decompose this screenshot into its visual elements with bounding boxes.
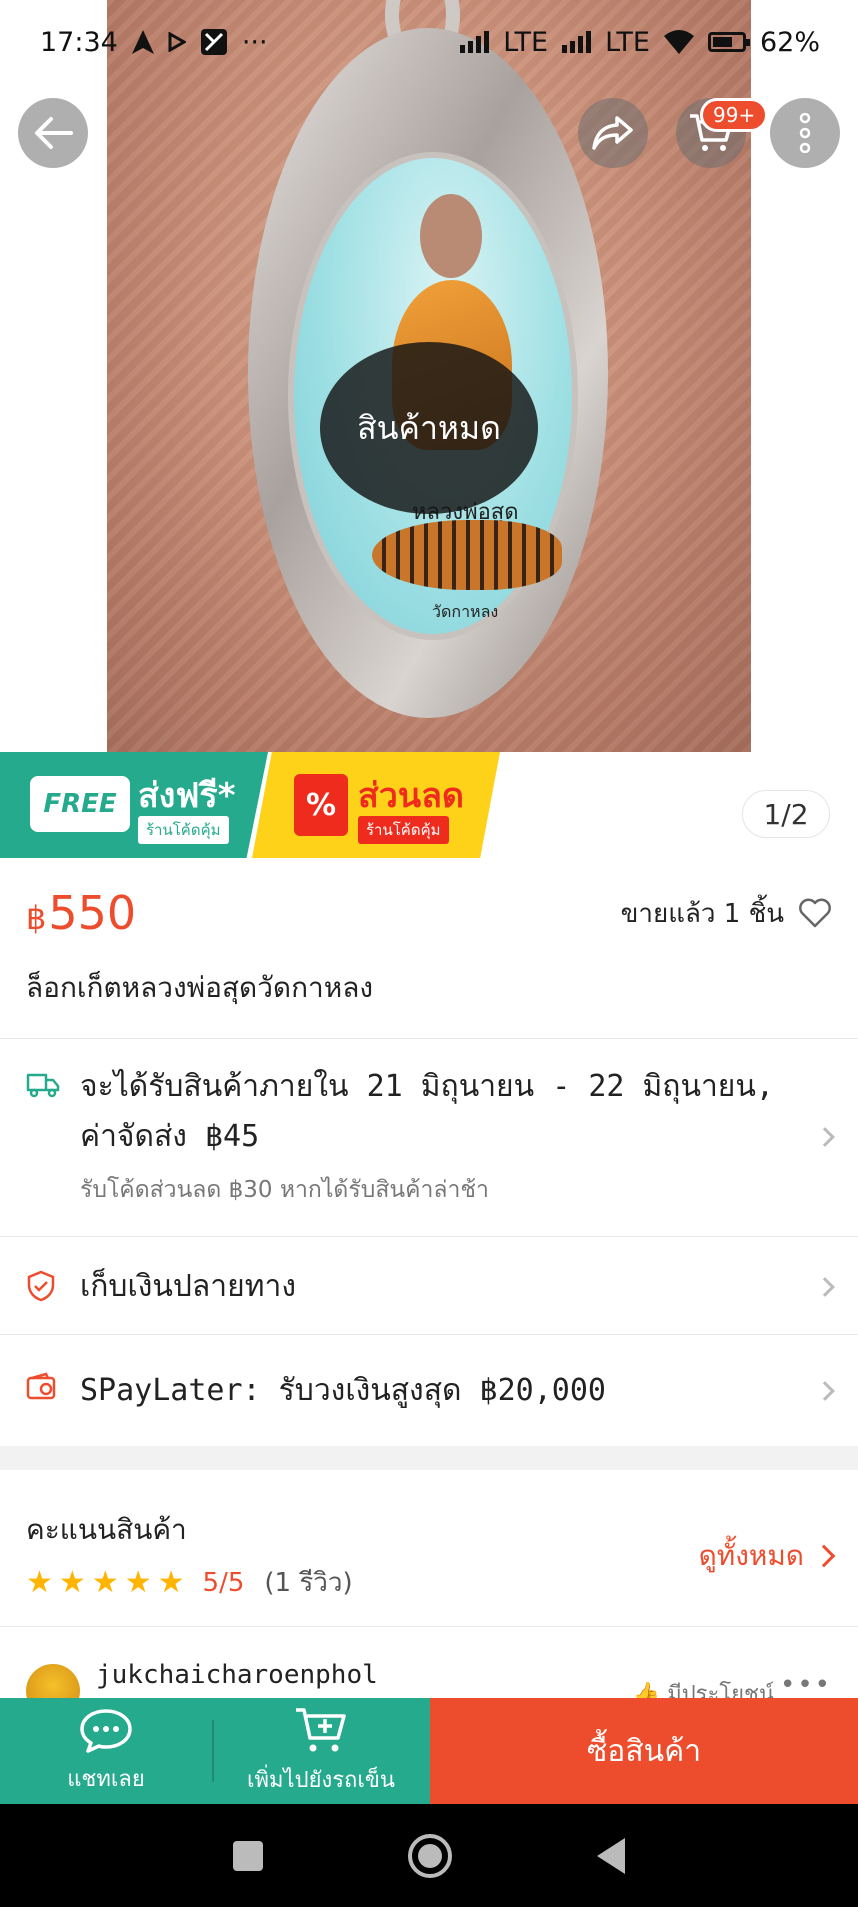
- discount-banner: % ส่วนลด ร้านโค้ดคุ้ม: [252, 752, 500, 858]
- bottom-action-bar: แชทเลย เพิ่มไปยังรถเข็น ซื้อสินค้า: [0, 1698, 858, 1804]
- rating-count: (1 รีวิว): [264, 1568, 353, 1598]
- clock: 17:34: [40, 26, 118, 58]
- heart-icon[interactable]: [798, 898, 832, 928]
- add-to-cart-icon: [296, 1707, 346, 1751]
- network-label-1: LTE: [503, 26, 549, 58]
- battery-icon: [707, 32, 750, 52]
- navigation-icon: [131, 30, 154, 54]
- promo-banner[interactable]: FREE ส่งฟรี* ร้านโค้ดคุ้ม % ส่วนลด ร้านโ…: [0, 752, 500, 858]
- shipping-guarantee: รับโค้ดส่วนลด ฿30 หากได้รับสินค้าล่าช้า: [80, 1177, 489, 1203]
- sold-out-label: สินค้าหมด: [357, 408, 501, 447]
- cod-row[interactable]: เก็บเงินปลายทาง: [26, 1262, 832, 1312]
- product-title: ล็อกเก็ตหลวงพ่อสุดวัดกาหลง: [26, 971, 374, 1004]
- pendant-inscription-temple: วัดกาหลง: [432, 602, 499, 621]
- review-item: jukchaicharoenphol 👍 มีประโยชน์ •••: [26, 1658, 832, 1698]
- discount-title: ส่วนลด: [358, 776, 465, 816]
- add-to-cart-button[interactable]: เพิ่มไปยังรถเข็น: [212, 1698, 430, 1804]
- wifi-icon: [663, 30, 694, 54]
- free-shipping-subtitle: ร้านโค้ดคุ้ม: [138, 816, 229, 844]
- system-navigation-bar: [0, 1804, 858, 1907]
- action-separator: [212, 1720, 214, 1782]
- wallet-clock-icon: [26, 1372, 56, 1400]
- buy-now-label: ซื้อสินค้า: [586, 1733, 702, 1769]
- kebab-menu-icon: [799, 113, 811, 153]
- cart-count-badge: 99+: [700, 98, 769, 132]
- home-icon[interactable]: [407, 1833, 452, 1878]
- star-icon: ★: [58, 1565, 86, 1600]
- free-truck-icon: FREE: [30, 776, 130, 832]
- tiger-figure: [372, 520, 562, 590]
- add-to-cart-label: เพิ่มไปยังรถเข็น: [247, 1767, 395, 1793]
- cod-label: เก็บเงินปลายทาง: [80, 1269, 296, 1304]
- sold-count: ขายแล้ว 1 ชิ้น: [620, 898, 784, 929]
- signal-icon: [460, 31, 490, 53]
- rating-score: 5/5: [202, 1567, 245, 1598]
- recent-apps-icon[interactable]: [232, 1840, 263, 1871]
- star-icon: ★: [124, 1565, 152, 1600]
- price-value: 550: [48, 886, 137, 940]
- sold-out-overlay: สินค้าหมด: [320, 342, 538, 514]
- play-icon: [168, 32, 186, 52]
- status-bar: 17:34 ··· LTE LTE 62%: [0, 0, 858, 84]
- chat-bubble-icon: [80, 1708, 132, 1753]
- discount-subtitle: ร้านโค้ดคุ้ม: [358, 816, 449, 844]
- helpful-button[interactable]: 👍 มีประโยชน์: [633, 1676, 774, 1698]
- price-row: ฿ 550 ขายแล้ว 1 ชิ้น: [26, 880, 832, 946]
- star-icon: ★: [157, 1565, 185, 1600]
- back-triangle-icon[interactable]: [597, 1837, 626, 1874]
- divider: [0, 1236, 858, 1237]
- app-notification-icon: [200, 29, 227, 55]
- chat-label: แชทเลย: [67, 1766, 145, 1792]
- spaylater-label: SPayLater: รับวงเงินสูงสุด ฿20,000: [80, 1373, 606, 1408]
- rating-stars: ★ ★ ★ ★ ★ 5/5 (1 รีวิว): [26, 1562, 353, 1603]
- image-page-indicator: 1/2: [742, 790, 830, 838]
- avatar: [26, 1664, 80, 1698]
- buy-now-button[interactable]: ซื้อสินค้า: [430, 1698, 858, 1804]
- discount-percent-icon: %: [294, 774, 348, 836]
- product-image-gallery[interactable]: หลวงพ่อสุด วัดกาหลง สินค้าหมด 17:34 ··· …: [0, 0, 858, 858]
- share-button[interactable]: [578, 98, 648, 168]
- helpful-label: มีประโยชน์: [667, 1682, 774, 1698]
- star-icon: ★: [26, 1565, 53, 1600]
- shipping-fee: ค่าจัดส่ง ฿45: [80, 1119, 260, 1154]
- see-all-reviews-link[interactable]: ดูทั้งหมด: [698, 1534, 836, 1578]
- reviewer-name: jukchaicharoenphol: [96, 1660, 378, 1690]
- product-price: ฿ 550: [26, 886, 136, 940]
- signal-icon-2: [562, 31, 592, 53]
- review-more-icon[interactable]: •••: [780, 1670, 832, 1698]
- see-all-label: ดูทั้งหมด: [698, 1539, 804, 1572]
- divider: [0, 1334, 858, 1335]
- back-arrow-icon: [35, 117, 73, 149]
- shipping-row[interactable]: จะได้รับสินค้าภายใน 21 มิถุนายน - 22 มิถ…: [26, 1062, 832, 1210]
- more-notifications-icon: ···: [241, 26, 268, 58]
- delivery-truck-icon: [26, 1073, 60, 1098]
- monk-head: [420, 194, 482, 278]
- chevron-right-icon: [812, 1544, 836, 1568]
- chat-button[interactable]: แชทเลย: [0, 1698, 212, 1804]
- section-separator: [0, 1446, 858, 1470]
- free-shipping-banner: FREE ส่งฟรี* ร้านโค้ดคุ้ม: [0, 752, 268, 858]
- rating-section-title: คะแนนสินค้า: [26, 1513, 187, 1546]
- battery-level: 62%: [759, 26, 820, 58]
- back-button[interactable]: [18, 98, 88, 168]
- divider: [0, 1626, 858, 1627]
- network-label-2: LTE: [605, 26, 650, 58]
- shield-check-icon: [27, 1270, 55, 1302]
- shipping-estimate: จะได้รับสินค้าภายใน 21 มิถุนายน - 22 มิถ…: [80, 1069, 774, 1104]
- more-options-button[interactable]: [770, 98, 840, 168]
- spaylater-row[interactable]: SPayLater: รับวงเงินสูงสุด ฿20,000: [26, 1366, 832, 1416]
- currency-symbol: ฿: [26, 899, 47, 937]
- share-icon: [592, 116, 633, 150]
- free-shipping-title: ส่งฟรี*: [138, 776, 236, 816]
- divider: [0, 1038, 858, 1039]
- star-icon: ★: [91, 1565, 119, 1600]
